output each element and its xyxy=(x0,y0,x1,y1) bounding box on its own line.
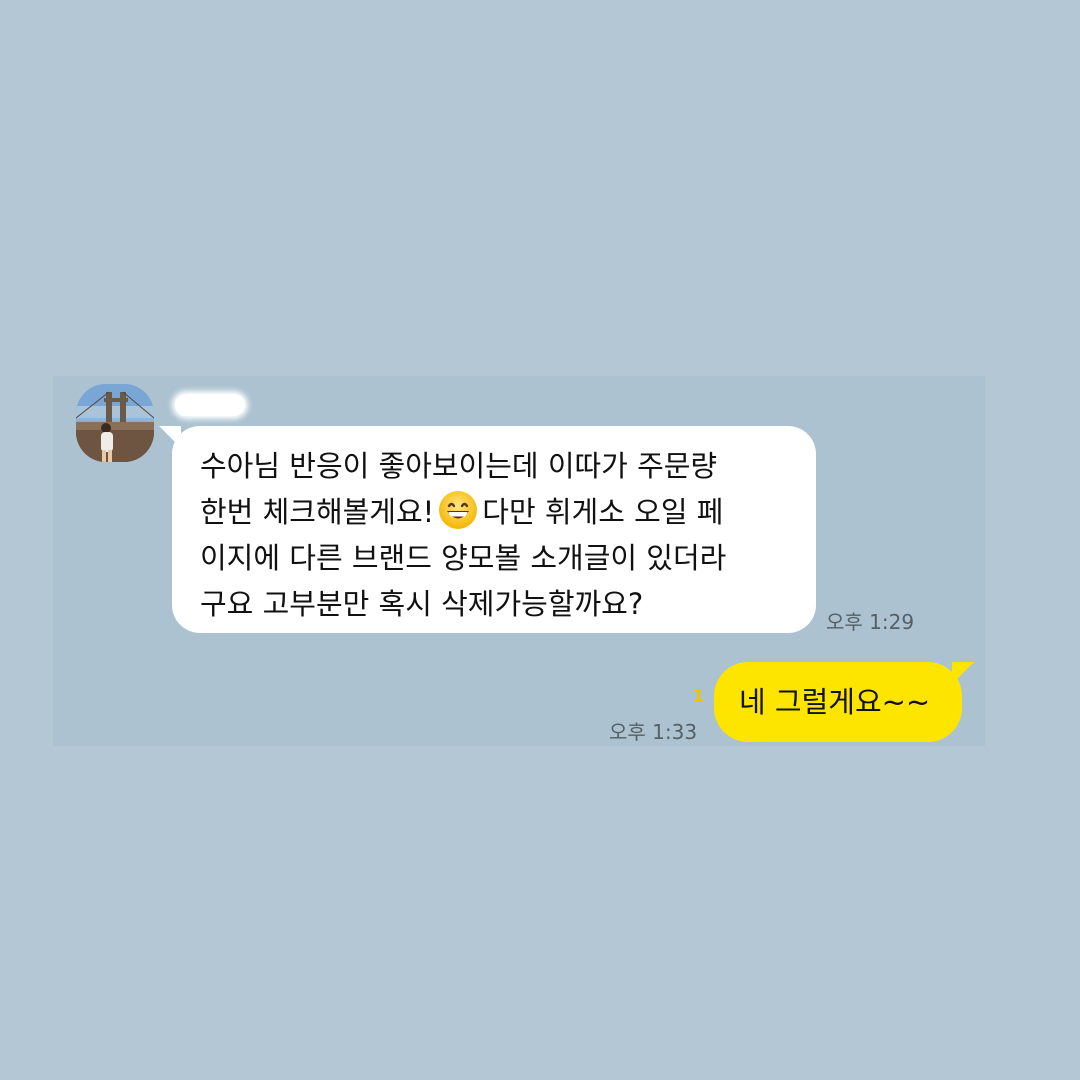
bubble-tail xyxy=(159,426,181,448)
message-line: 구요 고부분만 혹시 삭제가능할까요? xyxy=(200,587,644,621)
avatar-photo xyxy=(76,384,154,462)
grinning-face-icon xyxy=(439,491,478,529)
unread-count: 1 xyxy=(692,686,705,707)
message-line: 한번 체크해볼게요! 다만 휘게소 오일 페 xyxy=(200,489,786,535)
avatar[interactable] xyxy=(76,384,154,462)
bubble-tail xyxy=(952,662,974,684)
message-line-text: 한번 체크해볼게요! xyxy=(200,495,435,529)
outgoing-message-text: 네 그럴게요~~ xyxy=(739,685,931,719)
name-redaction xyxy=(175,394,245,416)
message-line: 이지에 다른 브랜드 양모볼 소개글이 있더라 xyxy=(200,541,727,575)
incoming-timestamp: 오후 1:29 xyxy=(826,610,915,634)
outgoing-message-bubble[interactable]: 네 그럴게요~~ xyxy=(714,662,974,742)
message-line-text: 다만 휘게소 오일 페 xyxy=(482,495,724,529)
outgoing-timestamp: 오후 1:33 xyxy=(609,720,698,744)
incoming-message-bubble[interactable]: 수아님 반응이 좋아보이는데 이따가 주문량 한번 체크해볼게요! 다만 휘게소… xyxy=(159,426,816,633)
message-line: 수아님 반응이 좋아보이는데 이따가 주문량 xyxy=(200,449,718,483)
